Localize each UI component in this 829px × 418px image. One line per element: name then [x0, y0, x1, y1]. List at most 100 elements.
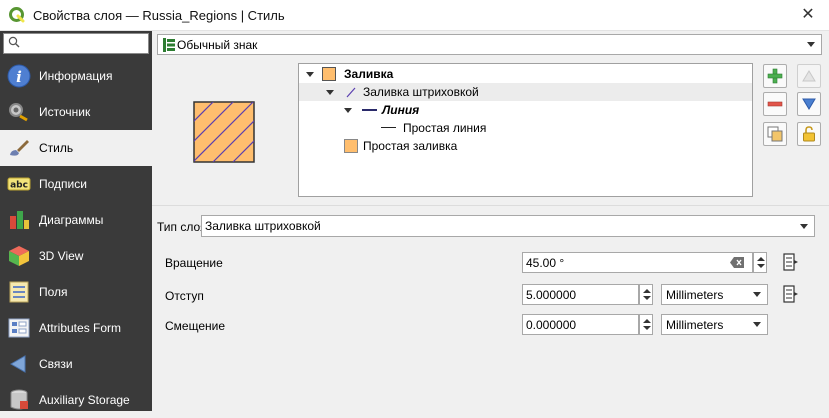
sidebar-item-label: Информация	[39, 69, 113, 83]
arrow-down-icon	[802, 98, 816, 110]
diagram-icon	[7, 208, 31, 232]
divider	[152, 205, 829, 206]
brush-icon	[7, 136, 31, 160]
sidebar-item-relations[interactable]: Связи	[0, 346, 152, 382]
cube-3d-icon	[7, 244, 31, 268]
offset-units-select[interactable]: Millimeters	[661, 314, 768, 335]
search-icon	[8, 36, 20, 51]
svg-text:i: i	[16, 68, 22, 86]
search-input[interactable]	[3, 33, 149, 54]
sidebar-item-label: 3D View	[39, 249, 84, 263]
database-icon	[7, 388, 31, 412]
move-up-button[interactable]	[797, 64, 821, 88]
spacing-stepper[interactable]	[639, 284, 653, 305]
move-down-button[interactable]	[797, 92, 821, 116]
arrow-up-icon	[802, 70, 816, 82]
sidebar: i Информация Источник Стиль abc Подписи …	[0, 31, 152, 411]
tree-item-simple-line[interactable]: Простая линия	[299, 119, 752, 137]
chevron-down-icon[interactable]	[326, 90, 334, 95]
layer-type-label: Тип слоя	[157, 220, 207, 234]
lock-layer-button[interactable]	[797, 122, 821, 146]
sidebar-item-attributes-form[interactable]: Attributes Form	[0, 310, 152, 346]
tree-item-line[interactable]: Линия	[299, 101, 752, 119]
sidebar-item-label: Связи	[39, 357, 73, 371]
spacing-value: 5.000000	[526, 287, 577, 302]
chevron-down-icon	[753, 292, 761, 297]
rotation-stepper[interactable]	[753, 252, 767, 273]
hatch-line-icon	[344, 85, 358, 102]
tree-item-fill[interactable]: Заливка	[299, 65, 752, 83]
data-defined-override-button[interactable]	[778, 283, 800, 305]
sidebar-item-information[interactable]: i Информация	[0, 58, 152, 94]
sidebar-item-fields[interactable]: Поля	[0, 274, 152, 310]
offset-value: 0.000000	[526, 317, 577, 332]
form-icon	[7, 316, 31, 340]
sidebar-item-source[interactable]: Источник	[0, 94, 152, 130]
tree-item-label: Простая линия	[403, 121, 487, 135]
sidebar-item-auxiliary-storage[interactable]: Auxiliary Storage	[0, 382, 152, 418]
spacing-input[interactable]: 5.000000	[522, 284, 639, 305]
chevron-down-icon	[800, 224, 808, 229]
layer-type-select[interactable]: Заливка штриховкой	[201, 215, 815, 237]
simple-line-icon	[381, 127, 396, 128]
sidebar-item-label: Стиль	[39, 141, 74, 155]
add-symbol-layer-button[interactable]	[763, 64, 787, 88]
close-icon[interactable]: ✕	[799, 6, 817, 24]
duplicate-symbol-layer-button[interactable]	[763, 122, 787, 146]
window-title: Свойства слоя — Russia_Regions | Стиль	[33, 7, 285, 23]
renderer-label: Обычный знак	[177, 37, 258, 52]
info-icon: i	[7, 64, 31, 88]
clear-icon[interactable]	[730, 257, 744, 271]
minus-icon	[767, 101, 783, 107]
sidebar-item-labels[interactable]: abc Подписи	[0, 166, 152, 202]
sidebar-item-label: Attributes Form	[39, 321, 122, 335]
sidebar-item-style[interactable]: Стиль	[0, 130, 152, 166]
sidebar-item-label: Диаграммы	[39, 213, 104, 227]
source-icon	[7, 100, 31, 124]
relations-icon	[7, 352, 31, 376]
sidebar-item-label: Поля	[39, 285, 68, 299]
offset-input[interactable]: 0.000000	[522, 314, 639, 335]
sidebar-item-label: Подписи	[39, 177, 87, 191]
tree-item-label: Заливка	[344, 67, 394, 81]
plus-icon	[767, 68, 783, 84]
rotation-input[interactable]: 45.00 °	[522, 252, 753, 273]
chevron-down-icon[interactable]	[344, 108, 352, 113]
symbol-layer-tree[interactable]: Заливка Заливка штриховкой Линия Простая…	[298, 63, 753, 197]
tree-item-hatch-fill[interactable]: Заливка штриховкой	[299, 83, 752, 101]
spacing-unit-value: Millimeters	[666, 287, 724, 302]
offset-stepper[interactable]	[639, 314, 653, 335]
sidebar-item-diagrams[interactable]: Диаграммы	[0, 202, 152, 238]
lock-icon	[803, 126, 815, 142]
offset-unit-value: Millimeters	[666, 317, 724, 332]
qgis-logo-icon	[9, 7, 25, 23]
chevron-down-icon[interactable]	[306, 72, 314, 77]
spacing-label: Отступ	[165, 289, 204, 303]
svg-text:abc: abc	[10, 181, 28, 191]
chevron-down-icon	[807, 42, 815, 47]
remove-symbol-layer-button[interactable]	[763, 92, 787, 116]
symbol-preview	[193, 101, 255, 163]
title-bar: Свойства слоя — Russia_Regions | Стиль ✕	[0, 0, 829, 31]
labels-abc-icon: abc	[7, 172, 31, 196]
tree-item-simple-fill[interactable]: Простая заливка	[299, 137, 752, 155]
sidebar-item-label: Источник	[39, 105, 91, 119]
chevron-down-icon	[753, 322, 761, 327]
line-icon	[362, 109, 377, 111]
rotation-value: 45.00 °	[526, 255, 565, 270]
simple-fill-swatch-icon	[344, 139, 358, 153]
fill-swatch-icon	[322, 67, 336, 81]
single-symbol-icon	[163, 37, 175, 52]
offset-label: Смещение	[165, 319, 226, 333]
sidebar-item-3d-view[interactable]: 3D View	[0, 238, 152, 274]
fields-icon	[7, 280, 31, 304]
tree-item-label: Заливка штриховкой	[363, 85, 479, 99]
tree-item-label: Простая заливка	[363, 139, 458, 153]
duplicate-icon	[767, 126, 783, 142]
renderer-select[interactable]: Обычный знак	[157, 34, 822, 55]
data-defined-override-button[interactable]	[778, 251, 800, 273]
data-defined-icon	[783, 285, 798, 303]
tree-item-label: Линия	[382, 103, 420, 117]
rotation-label: Вращение	[165, 256, 223, 270]
spacing-units-select[interactable]: Millimeters	[661, 284, 768, 305]
